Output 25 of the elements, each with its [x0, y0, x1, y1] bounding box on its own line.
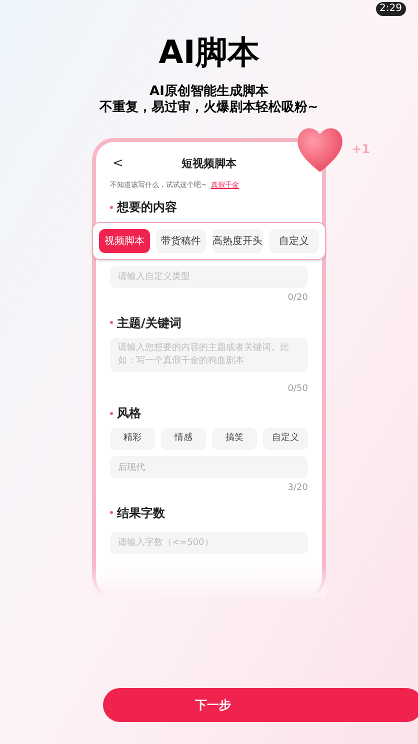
style-option[interactable]: 精彩 [110, 428, 155, 450]
plus-one-text: +1 [352, 141, 370, 158]
hero-subtitle: AI原创智能生成脚本 [150, 84, 268, 100]
word-count-field[interactable]: 请输入字数（<=500） [110, 532, 308, 554]
hero-title: AI脚本 [158, 32, 260, 72]
field-label: 风格 [117, 405, 141, 422]
field-label: 主题/关键词 [117, 314, 182, 332]
hero-subtitle: 不重复，易过审，火爆剧本轻松吸粉~ [100, 100, 318, 116]
field-label: 想要的内容 [117, 199, 177, 216]
type-tab[interactable]: 自定义 [268, 229, 319, 253]
back-button[interactable]: < [110, 154, 126, 174]
type-tab[interactable]: 带货稿件 [156, 229, 206, 253]
field-label: 结果字数 [117, 504, 165, 522]
type-tab[interactable]: 高热度开头 [212, 229, 262, 253]
custom-type-field[interactable]: 请输入自定义类型 [110, 266, 308, 288]
style-option[interactable]: 情感 [161, 428, 206, 450]
char-counter: 0/50 [288, 382, 308, 396]
type-tab[interactable]: 视频脚本 [99, 229, 150, 253]
char-counter: 0/20 [288, 292, 308, 305]
style-option[interactable]: 搞笑 [212, 428, 257, 450]
next-button[interactable]: 下一步 [103, 688, 418, 722]
char-counter: 3/20 [288, 482, 308, 495]
style-option[interactable]: 自定义 [263, 428, 308, 450]
card-title: 短视频脚本 [180, 156, 238, 172]
status-time: 2:29 [376, 2, 406, 16]
